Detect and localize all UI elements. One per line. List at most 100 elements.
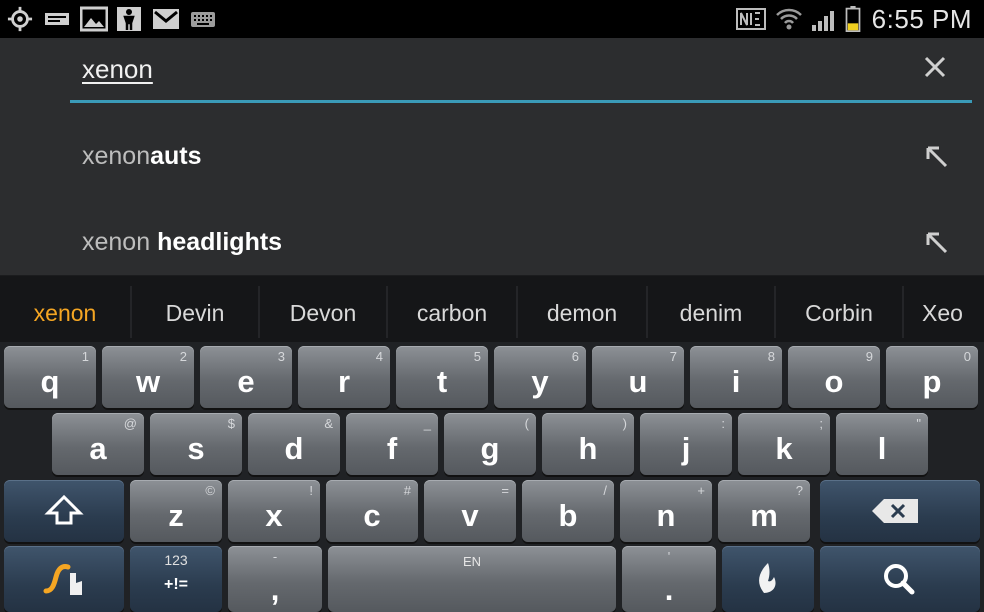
candidate-word[interactable]: demon: [518, 276, 646, 342]
key-j[interactable]: :j: [640, 413, 732, 475]
key-secondary-label: 9: [865, 349, 873, 364]
suggestion-prefix: xenon: [82, 142, 151, 170]
symbols-key-bottom: +!=: [163, 576, 188, 593]
key-label: z: [168, 498, 184, 533]
key-secondary-label: 6: [571, 349, 579, 364]
key-label: r: [337, 364, 351, 399]
key-secondary-label: $: [227, 416, 235, 431]
key-z[interactable]: © z: [130, 480, 222, 542]
wifi-icon: [776, 8, 802, 30]
key-d[interactable]: & d: [248, 413, 340, 475]
key-m[interactable]: ? m: [718, 480, 810, 542]
battery-icon: [845, 6, 861, 32]
key-t[interactable]: 5t: [396, 346, 488, 408]
key-secondary-label: 0: [963, 349, 971, 364]
key-secondary-label: ": [916, 416, 921, 431]
search-input[interactable]: xenon: [70, 38, 972, 103]
key-h[interactable]: ) h: [542, 413, 634, 475]
backspace-key[interactable]: [820, 480, 980, 542]
key-secondary-label: &: [324, 416, 333, 431]
key-secondary-label: +: [697, 483, 705, 498]
key-secondary-label: ): [622, 416, 627, 431]
clock: 6:55 PM: [871, 4, 972, 34]
key-p[interactable]: 0p: [886, 346, 978, 408]
key-label: p: [922, 364, 942, 399]
key-secondary-label: #: [403, 483, 411, 498]
key-label: g: [480, 431, 500, 466]
key-secondary-label: (: [524, 416, 529, 431]
dragon-voice-icon: [759, 563, 776, 593]
key-label: o: [824, 364, 844, 399]
comma-key[interactable]: - ,: [228, 546, 322, 612]
key-x[interactable]: ! x: [228, 480, 320, 542]
search-key[interactable]: [820, 546, 980, 612]
search-query[interactable]: xenon: [82, 54, 153, 85]
key-s[interactable]: $ s: [150, 413, 242, 475]
key-secondary-label: @: [123, 416, 137, 431]
key-secondary-label: 5: [473, 349, 481, 364]
suggestion-prefix: xenon: [82, 228, 158, 256]
swype-key[interactable]: [4, 546, 124, 612]
key-secondary-label: _: [423, 416, 431, 431]
suggestion-item[interactable]: xenonauts: [0, 116, 984, 202]
candidate-word[interactable]: Devin: [132, 276, 258, 342]
key-label: l: [877, 431, 887, 466]
key-label: d: [284, 431, 304, 466]
key-secondary-label: 1: [81, 349, 89, 364]
keyboard: 1q2w3e4r5t6y7u8i9o0p @ a $ s & d _ f(g) h: j; k " l …: [0, 342, 984, 612]
key-label: s: [187, 431, 205, 466]
period-key[interactable]: ' .: [622, 546, 716, 612]
candidate-word[interactable]: Xeo: [922, 276, 984, 342]
key-n[interactable]: + n: [620, 480, 712, 542]
key-secondary-label: !: [309, 483, 313, 498]
insert-arrow-icon[interactable]: [922, 228, 950, 256]
key-l[interactable]: " l: [836, 413, 928, 475]
close-icon[interactable]: [920, 52, 950, 82]
key-label: u: [628, 364, 648, 399]
search-icon: [884, 564, 915, 595]
key-r[interactable]: 4r: [298, 346, 390, 408]
candidate-word[interactable]: Devon: [260, 276, 386, 342]
key-label: c: [363, 498, 381, 533]
key-y[interactable]: 6y: [494, 346, 586, 408]
key-label: t: [436, 364, 448, 399]
candidate-word[interactable]: denim: [648, 276, 774, 342]
key-u[interactable]: 7u: [592, 346, 684, 408]
shift-icon: [44, 494, 84, 525]
key-label: a: [89, 431, 107, 466]
candidate-word[interactable]: carbon: [388, 276, 516, 342]
dragon-voice-key[interactable]: [722, 546, 814, 612]
key-a[interactable]: @ a: [52, 413, 144, 475]
key-k[interactable]: ; k: [738, 413, 830, 475]
key-i[interactable]: 8i: [690, 346, 782, 408]
key-c[interactable]: # c: [326, 480, 418, 542]
key-g[interactable]: (g: [444, 413, 536, 475]
key-f[interactable]: _ f: [346, 413, 438, 475]
key-label: x: [265, 498, 283, 533]
suggestion-completion: auts: [150, 142, 202, 170]
status-bar: 6:55 PM: [0, 0, 984, 38]
shift-key[interactable]: [4, 480, 124, 542]
symbols-key-top: 123: [164, 552, 188, 568]
swype-icon: [43, 564, 82, 595]
key-secondary-label: /: [603, 483, 607, 498]
gallery-icon: [80, 6, 108, 32]
insert-arrow-icon[interactable]: [922, 142, 950, 170]
key-label: m: [750, 498, 778, 533]
key-secondary-label: ©: [205, 483, 215, 498]
key-secondary-label: 3: [277, 349, 285, 364]
key-secondary-label: 2: [179, 349, 187, 364]
symbols-key[interactable]: 123 +!=: [130, 546, 222, 612]
key-b[interactable]: / b: [522, 480, 614, 542]
key-label: w: [135, 364, 161, 399]
key-q[interactable]: 1q: [4, 346, 96, 408]
nfc-icon: [736, 8, 766, 30]
key-e[interactable]: 3e: [200, 346, 292, 408]
key-v[interactable]: = v: [424, 480, 516, 542]
key-w[interactable]: 2w: [102, 346, 194, 408]
key-o[interactable]: 9o: [788, 346, 880, 408]
key-label: y: [531, 364, 549, 399]
candidate-word[interactable]: xenon: [0, 276, 130, 342]
space-key[interactable]: EN: [328, 546, 616, 612]
candidate-word[interactable]: Corbin: [776, 276, 902, 342]
